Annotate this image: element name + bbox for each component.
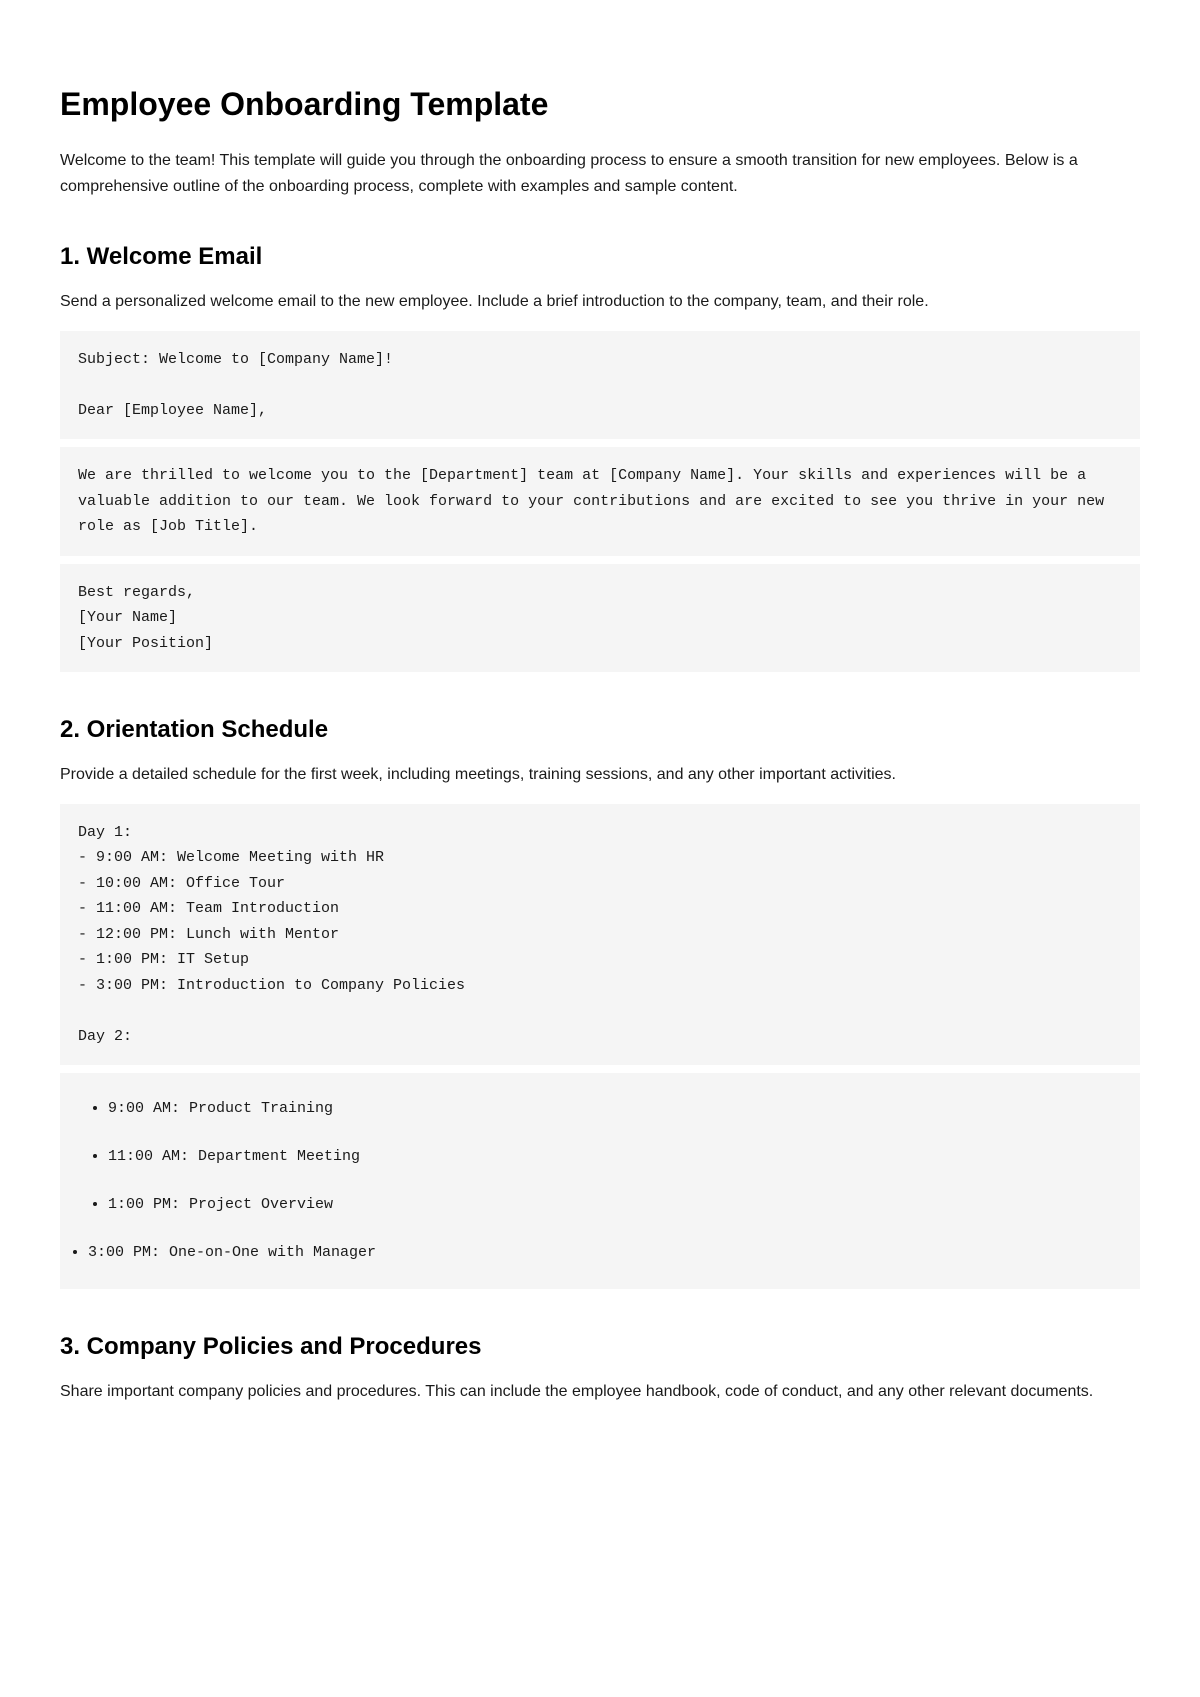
page-title: Employee Onboarding Template	[60, 80, 1140, 128]
list-item: 11:00 AM: Department Meeting	[108, 1145, 1122, 1169]
welcome-email-block-2: We are thrilled to welcome you to the [D…	[60, 447, 1140, 556]
welcome-email-block-3: Best regards, [Your Name] [Your Position…	[60, 564, 1140, 673]
section-3-desc: Share important company policies and pro…	[60, 1379, 1140, 1405]
section-3-heading: 3. Company Policies and Procedures	[60, 1329, 1140, 1365]
schedule-day1-block: Day 1: - 9:00 AM: Welcome Meeting with H…	[60, 804, 1140, 1066]
schedule-day2-list: 9:00 AM: Product Training 11:00 AM: Depa…	[60, 1073, 1140, 1289]
section-1-heading: 1. Welcome Email	[60, 239, 1140, 275]
list-item: 9:00 AM: Product Training	[108, 1097, 1122, 1121]
section-2-desc: Provide a detailed schedule for the firs…	[60, 762, 1140, 788]
welcome-email-block-1: Subject: Welcome to [Company Name]! Dear…	[60, 331, 1140, 440]
list-item: 1:00 PM: Project Overview	[108, 1193, 1122, 1217]
section-2-heading: 2. Orientation Schedule	[60, 712, 1140, 748]
section-1-desc: Send a personalized welcome email to the…	[60, 289, 1140, 315]
list-item: 3:00 PM: One-on-One with Manager	[88, 1241, 1122, 1265]
intro-paragraph: Welcome to the team! This template will …	[60, 148, 1140, 199]
